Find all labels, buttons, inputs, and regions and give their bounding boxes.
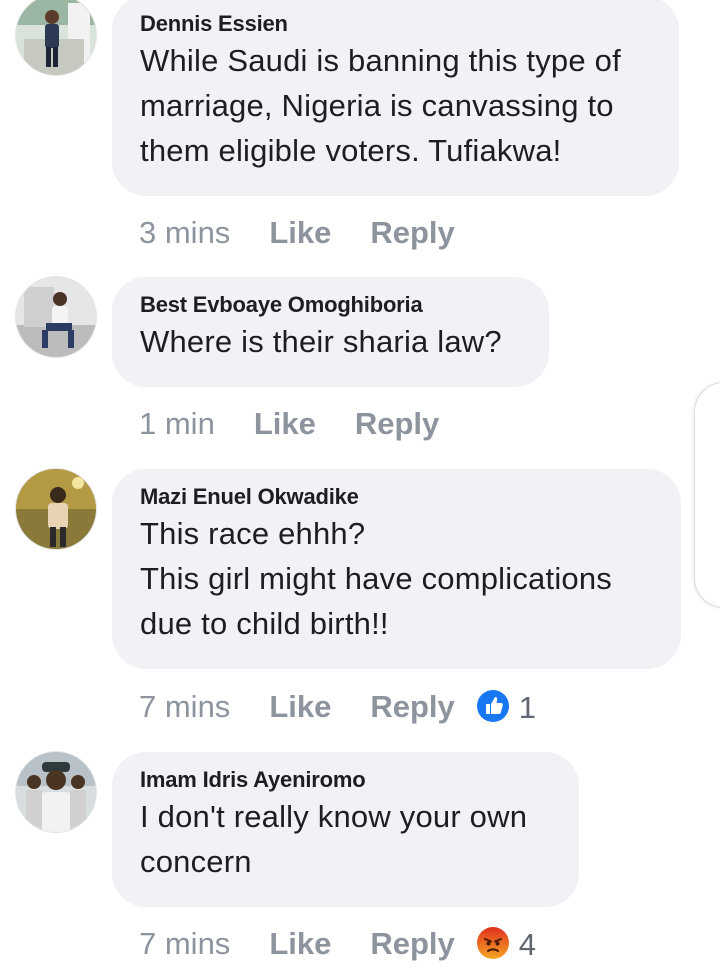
- comment-author[interactable]: Dennis Essien: [140, 10, 651, 38]
- comment-text: While Saudi is banning this type of marr…: [140, 38, 651, 173]
- comment-text-line: I don't really know your own: [140, 799, 528, 834]
- comment-timestamp[interactable]: 3 mins: [139, 213, 230, 253]
- comment-text-line: While Saudi is banning this type of: [140, 43, 621, 78]
- avatar[interactable]: [16, 277, 96, 357]
- comment-text: Where is their sharia law?: [140, 319, 521, 364]
- comment-text-line: This girl might have complications: [140, 561, 612, 596]
- comment-author[interactable]: Best Evboaye Omoghiboria: [140, 291, 521, 319]
- floating-side-panel[interactable]: [694, 382, 720, 608]
- angry-icon: [476, 926, 509, 959]
- comment-text-line: This race ehhh?: [140, 516, 366, 551]
- like-button[interactable]: Like: [269, 687, 331, 727]
- comment-timestamp[interactable]: 7 mins: [139, 924, 230, 964]
- reply-button[interactable]: Reply: [370, 213, 454, 253]
- reply-button[interactable]: Reply: [355, 404, 439, 444]
- comment-actions: 3 mins Like Reply: [139, 211, 455, 251]
- avatar[interactable]: [16, 469, 96, 549]
- comment-author[interactable]: Imam Idris Ayeniromo: [140, 766, 551, 794]
- comment-text-line: concern: [140, 844, 252, 879]
- comment-actions: 7 mins Like Reply 4: [139, 922, 536, 962]
- comment-timestamp[interactable]: 7 mins: [139, 687, 230, 727]
- comment-text: I don't really know your own concern: [140, 794, 551, 884]
- like-button[interactable]: Like: [254, 404, 316, 444]
- comment-timestamp[interactable]: 1 min: [139, 404, 215, 444]
- comment-bubble: Mazi Enuel Okwadike This race ehhh? This…: [112, 469, 681, 669]
- reaction-count: 4: [518, 926, 537, 962]
- like-button[interactable]: Like: [269, 213, 331, 253]
- comment-text-line: due to child birth!!: [140, 606, 389, 641]
- comment-bubble: Imam Idris Ayeniromo I don't really know…: [112, 752, 579, 907]
- comment-bubble: Best Evboaye Omoghiboria Where is their …: [112, 277, 549, 387]
- comment-text-line: them eligible voters. Tufiakwa!: [140, 133, 562, 168]
- like-button[interactable]: Like: [269, 924, 331, 964]
- reaction-count: 1: [518, 689, 537, 725]
- comment-actions: 1 min Like Reply: [139, 402, 439, 442]
- comment-author[interactable]: Mazi Enuel Okwadike: [140, 483, 653, 511]
- reaction-summary[interactable]: 1: [476, 686, 537, 728]
- comment-actions: 7 mins Like Reply 1: [139, 685, 536, 725]
- avatar[interactable]: [16, 0, 96, 75]
- comment-text-line: marriage, Nigeria is canvassing to: [140, 88, 614, 123]
- reaction-summary[interactable]: 4: [476, 923, 537, 965]
- avatar[interactable]: [16, 752, 96, 832]
- reply-button[interactable]: Reply: [370, 687, 454, 727]
- reply-button[interactable]: Reply: [370, 924, 454, 964]
- comment-text: This race ehhh? This girl might have com…: [140, 511, 653, 646]
- comment-bubble: Dennis Essien While Saudi is banning thi…: [112, 0, 679, 196]
- comment-text-line: Where is their sharia law?: [140, 324, 502, 359]
- like-icon: [476, 689, 509, 722]
